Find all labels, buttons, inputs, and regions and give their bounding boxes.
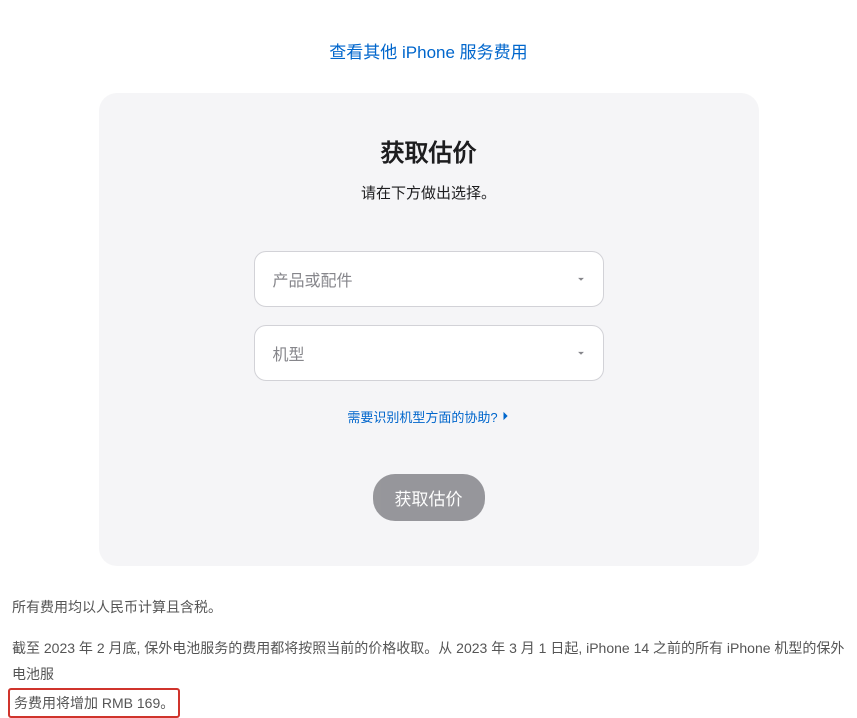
chevron-right-icon	[502, 409, 510, 424]
submit-row: 获取估价	[149, 474, 709, 521]
model-select-wrapper: 机型	[254, 325, 604, 381]
get-estimate-button[interactable]: 获取估价	[373, 474, 485, 521]
footer-line-1: 所有费用均以人民币计算且含税。	[12, 594, 845, 621]
footer-notes: 所有费用均以人民币计算且含税。 截至 2023 年 2 月底, 保外电池服务的费…	[0, 566, 857, 718]
product-select[interactable]: 产品或配件	[254, 251, 604, 307]
footer-line-2-part1: 截至 2023 年 2 月底, 保外电池服务的费用都将按照当前的价格收取。从 2…	[12, 640, 844, 683]
footer-line-2: 截至 2023 年 2 月底, 保外电池服务的费用都将按照当前的价格收取。从 2…	[12, 635, 845, 718]
product-select-wrapper: 产品或配件	[254, 251, 604, 307]
top-link-container: 查看其他 iPhone 服务费用	[0, 0, 857, 93]
price-increase-highlight: 务费用将增加 RMB 169。	[8, 688, 180, 718]
card-title: 获取估价	[149, 133, 709, 168]
help-link-label: 需要识别机型方面的协助?	[347, 407, 497, 426]
other-services-link[interactable]: 查看其他 iPhone 服务费用	[329, 43, 527, 62]
identify-model-help-link[interactable]: 需要识别机型方面的协助?	[347, 407, 509, 426]
estimate-card: 获取估价 请在下方做出选择。 产品或配件 机型 需要识别机型方面的协助? 获取估…	[99, 93, 759, 566]
model-select[interactable]: 机型	[254, 325, 604, 381]
card-subtitle: 请在下方做出选择。	[149, 182, 709, 203]
